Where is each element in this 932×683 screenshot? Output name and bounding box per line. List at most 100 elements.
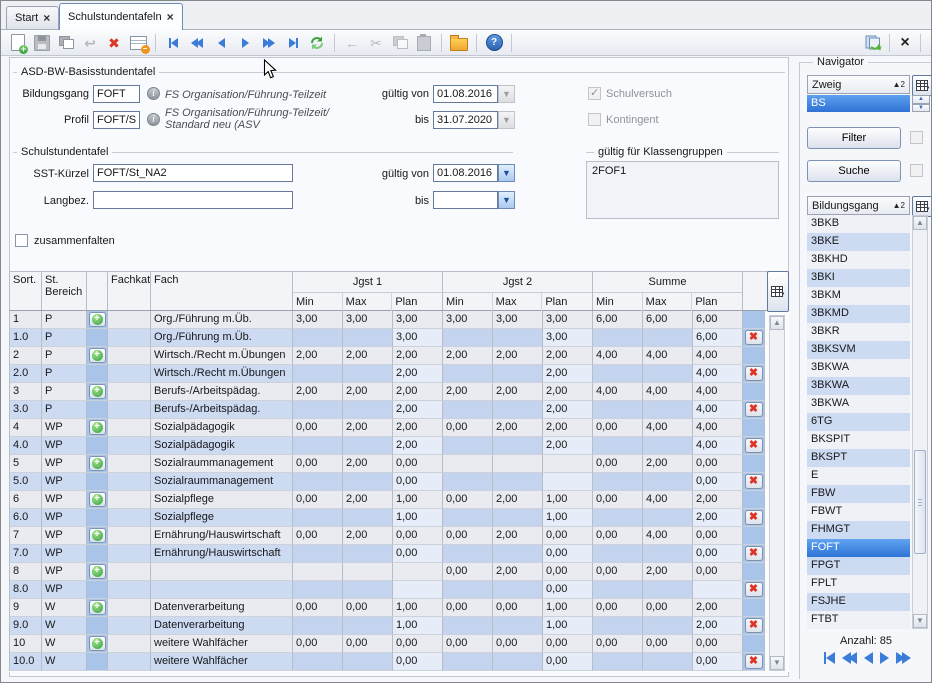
bildungsgang-list-item[interactable]: BKSPIT — [807, 431, 910, 449]
bildungsgang-list-item[interactable]: FTBT — [807, 611, 910, 629]
cell-value[interactable] — [643, 329, 693, 347]
cell-value[interactable] — [643, 545, 693, 563]
sst-kuerzel-field[interactable]: FOFT/St_NA2 — [93, 164, 293, 182]
delete-row-button[interactable]: ✖ — [745, 438, 763, 453]
klassengruppen-item[interactable]: 2FOF1 — [592, 165, 626, 177]
cell-value[interactable] — [543, 455, 593, 473]
bildungsgang-list-item[interactable]: E — [807, 467, 910, 485]
cell-value[interactable]: 4,00 — [643, 383, 693, 401]
cell-value[interactable]: 4,00 — [693, 365, 743, 383]
cell-value[interactable]: 2,00 — [343, 491, 393, 509]
cell-fach[interactable]: Sozialraummanagement — [151, 473, 293, 491]
cell-value[interactable]: 2,00 — [543, 401, 593, 419]
cell-value[interactable] — [443, 545, 493, 563]
cell-value[interactable]: 2,00 — [493, 491, 543, 509]
sst-gueltig-von-dropdown-icon[interactable]: ▼ — [498, 164, 515, 182]
cell-value[interactable] — [593, 329, 643, 347]
cell-fach[interactable]: Org./Führung m.Üb. — [151, 329, 293, 347]
spinner-up-icon[interactable]: ▲ — [912, 95, 930, 104]
table-row[interactable]: 1P+Org./Führung m.Üb.3,003,003,003,003,0… — [10, 311, 789, 329]
cell-value[interactable] — [443, 473, 493, 491]
cell-value[interactable] — [443, 401, 493, 419]
sst-bis-field[interactable] — [433, 191, 498, 209]
cell-fach[interactable]: Wirtsch./Recht m.Übungen — [151, 365, 293, 383]
bildungsgang-list-item[interactable]: FHMGT — [807, 521, 910, 539]
column-header-jgst1-max[interactable]: Max — [343, 293, 393, 311]
bildungsgang-settings-button[interactable]: ▼ — [912, 196, 932, 217]
cell-value[interactable]: 4,00 — [693, 347, 743, 365]
cell-value[interactable]: 0,00 — [443, 419, 493, 437]
cell-value[interactable] — [293, 329, 343, 347]
column-header-jgst2-max[interactable]: Max — [493, 293, 543, 311]
cell-value[interactable]: 2,00 — [543, 419, 593, 437]
bildungsgang-list-item[interactable]: FSJHE — [807, 593, 910, 611]
cell-value[interactable] — [343, 401, 393, 419]
table-row[interactable]: 9W+Datenverarbeitung0,000,001,000,000,00… — [10, 599, 789, 617]
cell-value[interactable]: 0,00 — [293, 527, 343, 545]
scroll-down-icon[interactable]: ▼ — [770, 656, 784, 670]
bildungsgang-list-item[interactable]: FBWT — [807, 503, 910, 521]
cell-fach[interactable]: Wirtsch./Recht m.Übungen — [151, 347, 293, 365]
add-subrow-button[interactable]: + — [89, 492, 106, 507]
cell-value[interactable] — [593, 437, 643, 455]
zweig-spinner[interactable]: ▲ ▼ — [912, 95, 930, 112]
cell-value[interactable]: 0,00 — [443, 527, 493, 545]
bildungsgang-field[interactable]: FOFT — [93, 85, 140, 103]
cell-value[interactable]: 2,00 — [343, 455, 393, 473]
cell-value[interactable]: 0,00 — [693, 563, 743, 581]
cell-value[interactable]: 2,00 — [643, 563, 693, 581]
cell-value[interactable] — [693, 581, 743, 599]
cell-value[interactable] — [593, 365, 643, 383]
tab-schulstundentafeln[interactable]: Schulstundentafeln × — [59, 3, 183, 30]
cell-value[interactable]: 1,00 — [393, 509, 443, 527]
table-row[interactable]: 6.0WPSozialpflege1,001,002,00✖ — [10, 509, 789, 527]
cell-value[interactable] — [643, 617, 693, 635]
pager-previous-button[interactable] — [864, 652, 873, 664]
cell-fach[interactable] — [151, 563, 293, 581]
cell-fachkat[interactable] — [108, 437, 151, 455]
cell-value[interactable]: 3,00 — [393, 329, 443, 347]
table-row[interactable]: 9.0WDatenverarbeitung1,001,002,00✖ — [10, 617, 789, 635]
cell-value[interactable]: 3,00 — [443, 311, 493, 329]
cell-value[interactable] — [393, 581, 443, 599]
cell-value[interactable] — [393, 563, 443, 581]
delete-row-button[interactable]: ✖ — [745, 582, 763, 597]
cell-value[interactable]: 2,00 — [443, 383, 493, 401]
cell-value[interactable] — [643, 509, 693, 527]
delete-row-button[interactable]: ✖ — [745, 546, 763, 561]
cell-value[interactable]: 2,00 — [493, 563, 543, 581]
cell-value[interactable]: 3,00 — [543, 311, 593, 329]
cell-value[interactable]: 4,00 — [693, 383, 743, 401]
pager-fast-next-button[interactable] — [896, 652, 911, 664]
cell-value[interactable]: 3,00 — [393, 311, 443, 329]
cell-value[interactable]: 2,00 — [493, 383, 543, 401]
scrollbar-thumb[interactable] — [914, 450, 926, 554]
cell-value[interactable] — [493, 437, 543, 455]
cell-value[interactable]: 2,00 — [693, 509, 743, 527]
cell-value[interactable] — [493, 617, 543, 635]
add-subrow-button[interactable]: + — [89, 564, 106, 579]
tab-schulstundentafeln-close-icon[interactable]: × — [167, 12, 174, 22]
cell-fachkat[interactable] — [108, 617, 151, 635]
pager-first-button[interactable] — [824, 652, 835, 664]
table-scrollbar[interactable]: ▲ ▼ — [769, 315, 785, 671]
bildungsgang-list-item[interactable]: FOFT — [807, 539, 910, 557]
cell-value[interactable]: 0,00 — [593, 599, 643, 617]
cell-value[interactable]: 0,00 — [693, 455, 743, 473]
cell-value[interactable] — [493, 365, 543, 383]
cell-value[interactable] — [293, 401, 343, 419]
cell-fachkat[interactable] — [108, 581, 151, 599]
profil-info-icon[interactable]: i — [147, 113, 160, 126]
bildungsgang-list-item[interactable]: 3BKSVM — [807, 341, 910, 359]
add-subrow-button[interactable]: + — [89, 528, 106, 543]
add-subrow-button[interactable]: + — [89, 600, 106, 615]
cell-fachkat[interactable] — [108, 419, 151, 437]
zusammenfalten-checkbox[interactable] — [15, 234, 28, 247]
cell-fach[interactable]: Ernährung/Hauswirtschaft — [151, 527, 293, 545]
cell-value[interactable]: 0,00 — [543, 581, 593, 599]
cell-fachkat[interactable] — [108, 401, 151, 419]
cell-fach[interactable]: Datenverarbeitung — [151, 599, 293, 617]
cell-value[interactable]: 1,00 — [543, 599, 593, 617]
cell-value[interactable]: 3,00 — [493, 311, 543, 329]
cell-value[interactable] — [493, 473, 543, 491]
